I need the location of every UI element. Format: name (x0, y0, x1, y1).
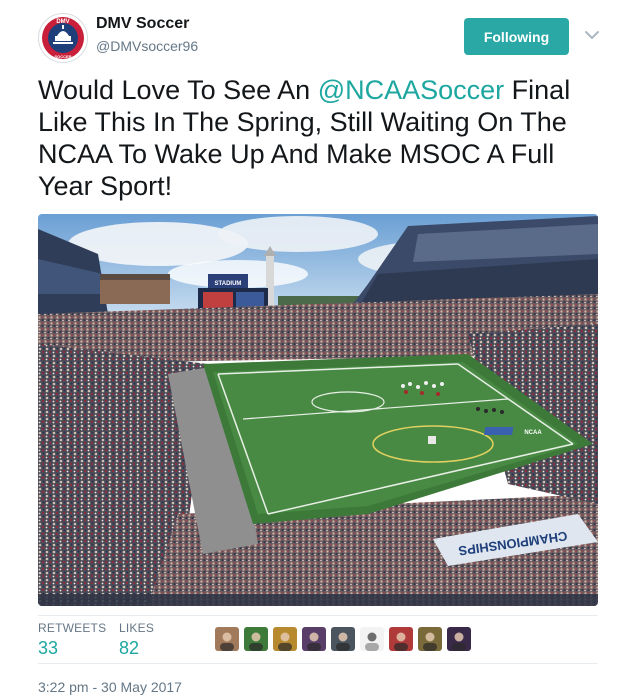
person-avatar[interactable] (447, 627, 471, 651)
profile-avatar[interactable]: DMV SOCCER (38, 13, 88, 63)
tweet-timestamp[interactable]: 3:22 pm - 30 May 2017 (38, 679, 182, 695)
field-avatar[interactable] (418, 627, 442, 651)
badge-avatar[interactable] (273, 627, 297, 651)
retweets-count[interactable]: 33 (38, 638, 58, 659)
following-button[interactable]: Following (464, 18, 569, 55)
chevron-down-icon[interactable] (584, 28, 600, 40)
dmv-soccer-logo: DMV SOCCER (40, 15, 86, 61)
mention-link[interactable]: @NCAASoccer (318, 75, 504, 105)
person-avatar[interactable] (215, 627, 239, 651)
person-avatar[interactable] (331, 627, 355, 651)
avatar-text-bottom: SOCCER (54, 54, 71, 59)
likes-count[interactable]: 82 (119, 638, 139, 659)
tweet-photo[interactable]: STADIUM NCAA CHAMPIONSHIPS (38, 214, 598, 606)
tweet-text: Would Love To See An @NCAASoccer Final L… (38, 74, 598, 202)
retweets-label[interactable]: RETWEETS (38, 621, 106, 635)
stadium-photo: STADIUM NCAA CHAMPIONSHIPS (38, 214, 598, 606)
person-avatar[interactable] (389, 627, 413, 651)
field-logo-text: NCAA (524, 430, 542, 436)
display-name[interactable]: DMV Soccer (96, 15, 189, 33)
stadium-sign-text: STADIUM (215, 281, 242, 287)
likes-label[interactable]: LIKES (119, 621, 154, 635)
divider (38, 615, 598, 616)
tweet-text-part: Would Love To See An (38, 75, 318, 105)
logo-avatar[interactable] (360, 627, 384, 651)
person-avatar[interactable] (302, 627, 326, 651)
user-handle[interactable]: @DMVsoccer96 (96, 38, 198, 54)
avatar-text-top: DMV (56, 19, 69, 25)
soccer-field-avatar[interactable] (244, 627, 268, 651)
divider (38, 663, 598, 664)
